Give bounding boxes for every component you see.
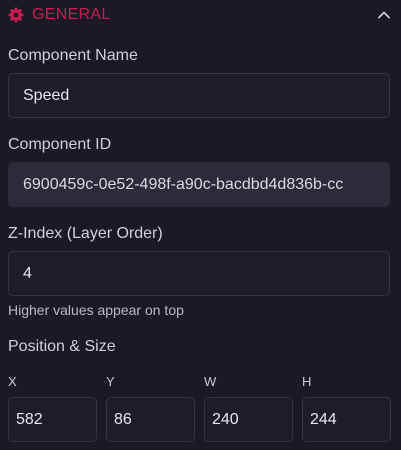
- w-label: W: [204, 374, 217, 389]
- h-label: H: [302, 374, 312, 389]
- component-id-field: 6900459c-0e52-498f-a90c-bacdbd4d836b-cc: [8, 162, 390, 207]
- z-index-hint: Higher values appear on top: [8, 302, 184, 318]
- properties-panel: GENERAL Component Name Speed Component I…: [0, 0, 401, 450]
- x-input[interactable]: 582: [8, 397, 97, 442]
- component-name-input[interactable]: Speed: [8, 73, 390, 118]
- h-input[interactable]: 244: [302, 397, 391, 442]
- x-label: X: [8, 374, 17, 389]
- z-index-input[interactable]: 4: [8, 251, 390, 296]
- component-id-label: Component ID: [8, 136, 112, 153]
- gear-icon: [8, 7, 24, 23]
- z-index-label: Z-Index (Layer Order): [8, 225, 163, 242]
- w-input[interactable]: 240: [204, 397, 293, 442]
- component-name-label: Component Name: [8, 47, 138, 64]
- general-section-header[interactable]: GENERAL: [0, 0, 401, 32]
- section-title: GENERAL: [32, 6, 111, 23]
- chevron-up-icon[interactable]: [377, 8, 391, 22]
- y-label: Y: [106, 374, 115, 389]
- y-input[interactable]: 86: [106, 397, 195, 442]
- position-size-label: Position & Size: [8, 338, 116, 355]
